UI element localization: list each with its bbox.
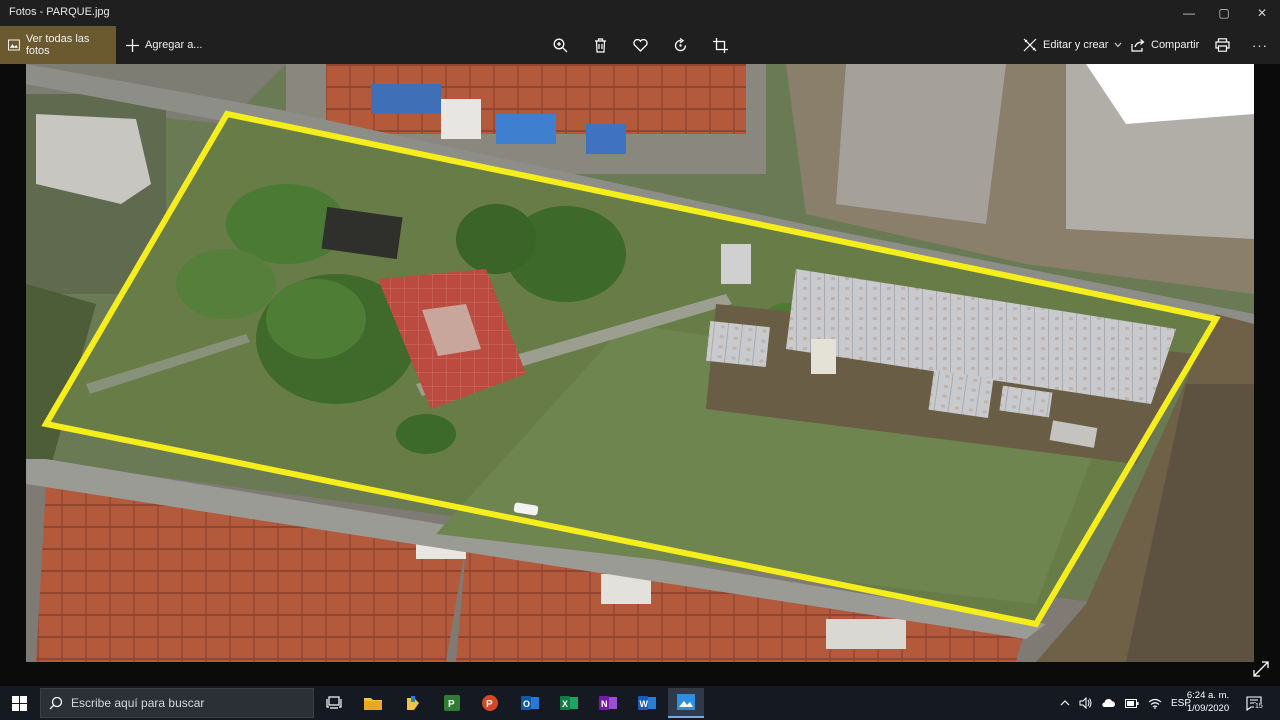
- delete-icon[interactable]: [591, 36, 609, 54]
- excel-icon[interactable]: X: [551, 688, 587, 718]
- maximize-icon: ▢: [1218, 6, 1230, 20]
- system-tray: ESP: [1060, 686, 1191, 720]
- photo-viewer: [0, 64, 1280, 686]
- close-icon: ✕: [1256, 6, 1268, 20]
- svg-text:P: P: [448, 699, 455, 710]
- print-icon[interactable]: [1213, 36, 1231, 54]
- minimize-button[interactable]: —: [1172, 0, 1206, 26]
- fullscreen-icon[interactable]: [1252, 660, 1270, 678]
- photos-icon[interactable]: [668, 688, 704, 718]
- svg-text:O: O: [523, 699, 530, 709]
- task-view-icon[interactable]: [316, 688, 352, 718]
- powerpoint-icon[interactable]: P: [472, 688, 508, 718]
- favorite-icon[interactable]: [631, 36, 649, 54]
- search-icon: [49, 696, 63, 710]
- photos-gallery-icon: [8, 39, 20, 51]
- share-button[interactable]: Compartir: [1131, 26, 1199, 64]
- edit-create-label: Editar y crear: [1043, 39, 1109, 51]
- edit-create-button[interactable]: Editar y crear: [1023, 26, 1122, 64]
- windows-logo-icon: [11, 695, 27, 711]
- taskbar-search-box[interactable]: Escribe aquí para buscar: [40, 688, 314, 718]
- volume-icon[interactable]: [1079, 697, 1092, 709]
- word-icon[interactable]: W: [629, 688, 665, 718]
- svg-text:N: N: [601, 699, 608, 709]
- rotate-icon[interactable]: [671, 36, 689, 54]
- outlook-icon[interactable]: O: [512, 688, 548, 718]
- notification-count: 15: [1254, 703, 1264, 710]
- onenote-icon[interactable]: N: [590, 688, 626, 718]
- notification-center-button[interactable]: 15: [1246, 686, 1264, 720]
- project-icon[interactable]: P: [434, 688, 470, 718]
- share-label: Compartir: [1151, 39, 1200, 51]
- svg-text:X: X: [562, 699, 568, 709]
- title-bar: Fotos - PARQUE.jpg — ▢ ✕: [0, 0, 1280, 26]
- add-to-label: Agregar a...: [145, 39, 203, 51]
- search-placeholder: Escribe aquí para buscar: [71, 696, 205, 710]
- crop-icon[interactable]: [711, 36, 729, 54]
- toolbar: Ver todas las fotos Agregar a... Editar …: [0, 26, 1280, 64]
- close-button[interactable]: ✕: [1245, 0, 1279, 26]
- window-title: Fotos - PARQUE.jpg: [9, 6, 110, 18]
- chevron-up-icon[interactable]: [1060, 699, 1070, 707]
- minimize-icon: —: [1183, 6, 1195, 20]
- clock-date: 1/09/2020: [1186, 703, 1230, 714]
- plus-icon: [126, 38, 139, 52]
- add-to-button[interactable]: Agregar a...: [126, 26, 202, 64]
- battery-icon[interactable]: [1125, 698, 1139, 708]
- clock-time: 6:24 a. m.: [1186, 690, 1230, 701]
- aerial-photo-image: [26, 64, 1254, 662]
- clock[interactable]: 6:24 a. m. 1/09/2020: [1176, 689, 1240, 715]
- maximize-button[interactable]: ▢: [1207, 0, 1241, 26]
- aerial-photo[interactable]: [26, 64, 1254, 662]
- file-manager-icon[interactable]: [395, 688, 431, 718]
- chevron-down-icon: [1114, 42, 1122, 48]
- cloud-icon[interactable]: [1101, 698, 1116, 708]
- more-options-button[interactable]: ···: [1251, 36, 1269, 54]
- share-icon: [1131, 38, 1145, 52]
- svg-text:P: P: [486, 699, 493, 710]
- zoom-icon[interactable]: [551, 36, 569, 54]
- start-button[interactable]: [0, 686, 38, 720]
- more-options-icon: ···: [1252, 37, 1268, 53]
- svg-text:W: W: [640, 699, 649, 709]
- see-all-photos-button[interactable]: Ver todas las fotos: [0, 26, 116, 64]
- file-explorer-icon[interactable]: [355, 688, 391, 718]
- edit-create-icon: [1023, 38, 1037, 52]
- taskbar: Escribe aquí para buscar P P O X N W ESP…: [0, 686, 1280, 720]
- see-all-photos-label: Ver todas las fotos: [25, 33, 90, 57]
- wifi-icon[interactable]: [1148, 698, 1162, 709]
